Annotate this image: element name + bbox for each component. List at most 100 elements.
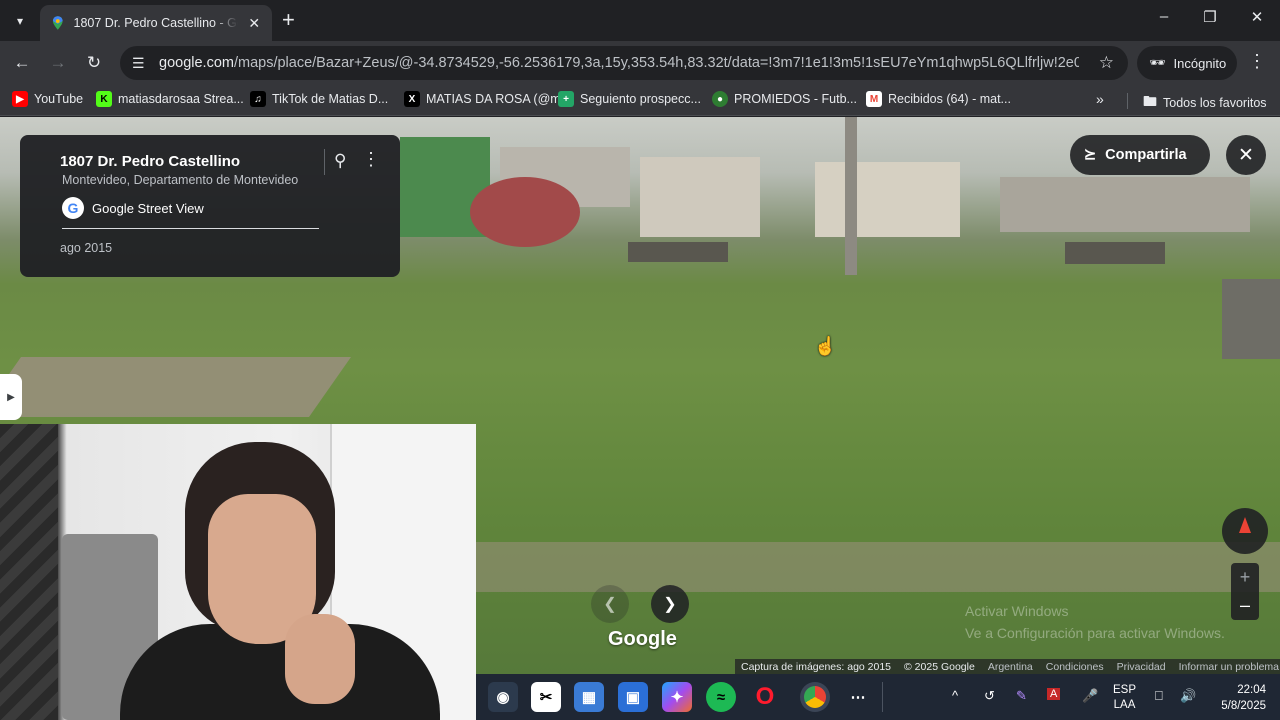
compass-button[interactable] — [1222, 508, 1268, 554]
bookmark-label: PROMIEDOS - Futb... — [734, 92, 857, 106]
bookmark-promiedos[interactable]: ● PROMIEDOS - Futb... — [712, 91, 857, 107]
bookmark-x[interactable]: X MATIAS DA ROSA (@m... — [404, 91, 571, 107]
obs-app-icon[interactable]: ◉ — [488, 682, 518, 712]
close-street-view-button[interactable]: ✕ — [1226, 135, 1266, 175]
site-info-icon[interactable]: ☰ — [132, 55, 150, 72]
microsoft-365-icon[interactable]: ✦ — [662, 682, 692, 712]
url-domain: google.com — [159, 55, 234, 71]
keyboard-layout: LAA — [1113, 699, 1136, 711]
privacy-link[interactable]: Privacidad — [1117, 661, 1166, 673]
calendar-icon[interactable]: ▣ — [618, 682, 648, 712]
compass-needle-icon — [1239, 517, 1251, 533]
bookmark-star-icon[interactable]: ☆ — [1099, 53, 1114, 73]
person-hand — [285, 614, 355, 704]
bookmark-gmail[interactable]: M Recibidos (64) - mat... — [866, 91, 1011, 107]
microphone-icon[interactable]: 🎤 — [1082, 688, 1098, 704]
bookmark-label: YouTube — [34, 92, 84, 106]
pdf-reader-icon[interactable]: A — [1047, 688, 1061, 700]
place-subtitle: Montevideo, Departamento de Montevideo — [62, 173, 299, 187]
minimize-button[interactable]: – — [1152, 8, 1176, 25]
bookmark-youtube[interactable]: ▶ YouTube — [12, 91, 83, 107]
terms-link[interactable]: Condiciones — [1046, 661, 1104, 673]
share-button[interactable]: ⪰ Compartirla — [1070, 135, 1210, 175]
bookmarks-overflow-icon[interactable]: » — [1096, 91, 1104, 107]
new-tab-button[interactable]: + — [282, 9, 295, 31]
forward-button[interactable]: → — [46, 51, 70, 75]
street-view-source[interactable]: G Google Street View — [62, 197, 204, 219]
more-apps-icon[interactable]: ⋯ — [843, 682, 873, 712]
language-indicator[interactable]: ESP LAA — [1113, 683, 1136, 713]
report-link[interactable]: Informar un problema — [1179, 661, 1279, 673]
source-label: Google Street View — [92, 200, 204, 216]
ball-icon: ● — [712, 91, 728, 107]
background-house — [640, 157, 760, 237]
pen-icon[interactable]: ✎ — [1016, 688, 1027, 704]
sync-icon[interactable]: ↺ — [984, 688, 995, 704]
location-pin-icon[interactable]: ⚲ — [334, 151, 346, 171]
tab-title: 1807 Dr. Pedro Castellino - Goo — [73, 16, 239, 30]
tiktok-icon: ♫ — [250, 91, 266, 107]
tab-close-icon[interactable]: ✕ — [246, 15, 262, 32]
capture-date[interactable]: ago 2015 — [60, 241, 112, 255]
card-separator — [62, 228, 319, 229]
maps-pin-icon — [52, 16, 63, 30]
attribution-bar: Captura de imágenes: ago 2015 © 2025 Goo… — [735, 659, 1280, 674]
expand-panel-button[interactable]: ▶ — [0, 374, 22, 420]
bookmark-sheets[interactable]: + Seguiento prospecc... — [558, 91, 701, 107]
bookmarks-bar: ▶ YouTube K matiasdarosaa Strea... ♫ Tik… — [0, 85, 1280, 116]
zoom-control: + – — [1231, 563, 1259, 620]
dirt-path — [476, 542, 1280, 592]
zoom-out-button[interactable]: – — [1231, 591, 1259, 619]
all-bookmarks-label: Todos los favoritos — [1163, 96, 1267, 110]
previous-arrow-button[interactable]: ❮ — [591, 585, 629, 623]
bookmark-label: Recibidos (64) - mat... — [888, 92, 1011, 106]
system-clock[interactable]: 22:04 5/8/2025 — [1216, 682, 1266, 714]
tray-overflow-icon[interactable]: ^ — [952, 688, 958, 703]
park-bench — [628, 242, 728, 262]
calculator-icon[interactable]: ▦ — [574, 682, 604, 712]
tab-search-button[interactable]: ▾ — [8, 9, 32, 33]
watermark-line: Activar Windows — [965, 603, 1069, 619]
address-bar[interactable]: ☰ google.com/maps/place/Bazar+Zeus/@-34.… — [120, 46, 1128, 80]
mouse-cursor-icon: ☝ — [814, 336, 837, 356]
capture-date-label: Captura de imágenes: ago 2015 — [741, 660, 892, 673]
all-bookmarks-folder[interactable]: 🖿 Todos los favoritos — [1143, 91, 1267, 115]
incognito-badge[interactable]: 🕶 Incógnito — [1137, 46, 1237, 80]
x-icon: X — [404, 91, 420, 107]
acoustic-foam — [0, 424, 58, 720]
volume-icon[interactable]: 🔊 — [1180, 688, 1196, 704]
chrome-icon[interactable] — [800, 682, 830, 712]
zoom-in-button[interactable]: + — [1231, 563, 1259, 591]
youtube-icon: ▶ — [12, 91, 28, 107]
park-bench — [1065, 242, 1165, 264]
incognito-icon: 🕶 — [1149, 55, 1166, 70]
network-icon[interactable]: ⎕ — [1155, 688, 1163, 704]
tab-active[interactable]: 1807 Dr. Pedro Castellino - Goo ✕ — [40, 5, 272, 41]
reload-button[interactable]: ↻ — [82, 51, 106, 75]
place-info-card: 1807 Dr. Pedro Castellino ⚲ ⋮ Montevideo… — [20, 135, 400, 277]
restore-button[interactable]: ❐ — [1198, 8, 1222, 26]
url-path: /maps/place/Bazar+Zeus/@-34.8734529,-56.… — [233, 55, 1079, 71]
window-close-button[interactable]: ✕ — [1245, 8, 1269, 26]
taskbar-separator — [882, 682, 883, 712]
google-logo: Google — [608, 628, 677, 650]
back-button[interactable]: ← — [10, 51, 34, 75]
background-wall — [1000, 177, 1250, 232]
activation-watermark: Activar Windows Ve a Configuración para … — [965, 600, 1225, 644]
bookmark-kick[interactable]: K matiasdarosaa Strea... — [96, 91, 244, 107]
browser-menu-icon[interactable]: ⋮ — [1248, 51, 1266, 72]
country-link[interactable]: Argentina — [988, 661, 1033, 673]
bookmark-label: MATIAS DA ROSA (@m... — [426, 92, 572, 106]
bookmark-tiktok[interactable]: ♫ TikTok de Matias D... — [250, 91, 388, 107]
lamp-post — [845, 117, 857, 275]
opera-icon[interactable]: O — [750, 682, 780, 712]
more-options-icon[interactable]: ⋮ — [362, 149, 380, 170]
spotify-icon[interactable]: ≈ — [706, 682, 736, 712]
sheets-icon: + — [558, 91, 574, 107]
red-shrub — [470, 177, 580, 247]
tab-strip: ▾ 1807 Dr. Pedro Castellino - Goo ✕ + – … — [0, 0, 1280, 41]
clock-date: 5/8/2025 — [1221, 700, 1266, 712]
next-arrow-button[interactable]: ❯ — [651, 585, 689, 623]
capcut-app-icon[interactable]: ✂ — [531, 682, 561, 712]
share-icon: ⪰ — [1084, 147, 1097, 163]
